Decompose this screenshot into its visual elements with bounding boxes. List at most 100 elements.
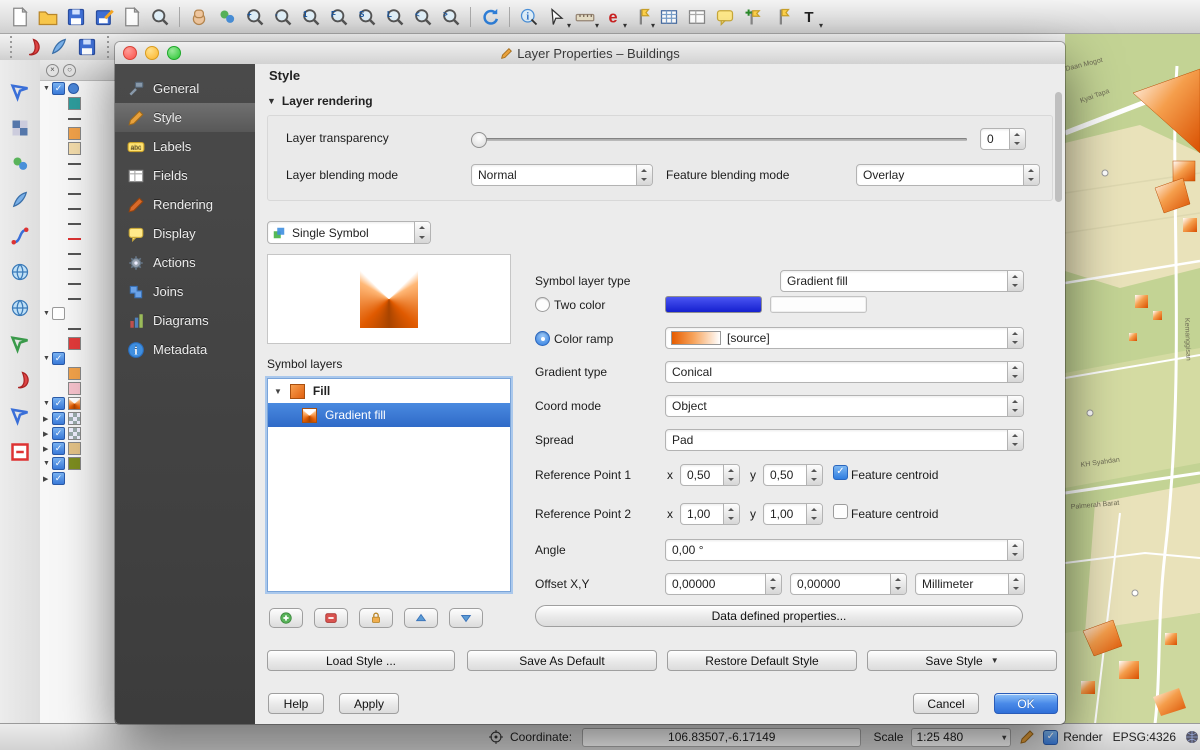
spin-buttons[interactable] — [723, 465, 739, 485]
current-edits-icon[interactable] — [19, 35, 43, 59]
zoom-full-icon[interactable]: F — [327, 5, 351, 29]
zoom-out-icon[interactable]: - — [271, 5, 295, 29]
expander-icon[interactable]: ▶ — [43, 430, 52, 438]
remove-layer-icon[interactable] — [8, 440, 32, 464]
layer-item[interactable] — [40, 156, 115, 171]
spin-buttons[interactable] — [806, 465, 822, 485]
layer-visibility-checkbox[interactable]: ✓ — [52, 442, 65, 455]
composer-manager-icon[interactable] — [148, 5, 172, 29]
layer-item[interactable] — [40, 126, 115, 141]
layer-item[interactable]: ▼ — [40, 306, 115, 321]
measure-icon[interactable]: ▾ — [573, 5, 597, 29]
layer-item[interactable]: ▼✓ — [40, 456, 115, 471]
expander-icon[interactable]: ▼ — [43, 310, 52, 317]
remove-symbol-layer-button[interactable] — [314, 608, 348, 628]
color-two-button[interactable] — [770, 296, 867, 313]
layer-item[interactable]: ▶✓ — [40, 426, 115, 441]
tree-item-fill[interactable]: ▼ Fill — [268, 379, 510, 403]
layer-item[interactable] — [40, 231, 115, 246]
tab-display[interactable]: Display — [115, 219, 255, 248]
ref2-feature-centroid-checkbox[interactable] — [833, 504, 848, 519]
color-ramp-combo[interactable]: [source] — [665, 327, 1024, 349]
projection-icon[interactable] — [1184, 729, 1200, 745]
new-project-icon[interactable] — [8, 5, 32, 29]
layer-item[interactable] — [40, 111, 115, 126]
layer-item[interactable] — [40, 246, 115, 261]
layer-item[interactable] — [40, 291, 115, 306]
expander-icon[interactable]: ▼ — [274, 387, 282, 396]
offset-x-spinbox[interactable]: 0,00000 — [665, 573, 782, 595]
toolbar-handle[interactable] — [7, 36, 14, 58]
add-wms-layer-icon[interactable] — [8, 260, 32, 284]
layer-item[interactable]: ▶✓ — [40, 441, 115, 456]
add-wcs-layer-icon[interactable] — [8, 296, 32, 320]
layer-visibility-checkbox[interactable]: ✓ — [52, 352, 65, 365]
expander-icon[interactable]: ▼ — [43, 355, 52, 362]
two-color-radio[interactable] — [535, 297, 550, 312]
text-annotation-icon[interactable]: ▾ — [629, 5, 653, 29]
expander-icon[interactable]: ▶ — [43, 415, 52, 423]
color-ramp-radio[interactable] — [535, 331, 550, 346]
layer-item[interactable] — [40, 141, 115, 156]
render-checkbox[interactable] — [1043, 730, 1058, 745]
zoom-in-icon[interactable]: + — [243, 5, 267, 29]
layer-blending-combo[interactable]: Normal — [471, 164, 653, 186]
attribute-table-icon[interactable] — [657, 5, 681, 29]
data-defined-properties-button[interactable]: Data defined properties... — [535, 605, 1023, 627]
expander-icon[interactable]: ▶ — [43, 445, 52, 453]
ok-button[interactable]: OK — [994, 693, 1058, 714]
save-layer-edits-icon[interactable] — [75, 35, 99, 59]
dialog-scrollbar[interactable] — [1055, 66, 1062, 722]
layer-visibility-checkbox[interactable]: ✓ — [52, 457, 65, 470]
zoom-last-icon[interactable]: < — [411, 5, 435, 29]
layer-item[interactable]: ▼✓ — [40, 396, 115, 411]
layer-item[interactable] — [40, 96, 115, 111]
add-spatialite-layer-icon[interactable] — [8, 224, 32, 248]
layer-rendering-toggle[interactable]: ▼ Layer rendering — [267, 94, 373, 108]
slider-handle[interactable] — [471, 132, 487, 148]
field-calculator-icon[interactable] — [685, 5, 709, 29]
layer-visibility-checkbox[interactable]: ✓ — [52, 397, 65, 410]
ref1-y-spinbox[interactable]: 0,50 — [763, 464, 823, 486]
new-print-composer-icon[interactable] — [120, 5, 144, 29]
feature-blending-combo[interactable]: Overlay — [856, 164, 1040, 186]
layer-item[interactable] — [40, 381, 115, 396]
select-features-icon[interactable]: ▾ — [545, 5, 569, 29]
expander-icon[interactable]: ▼ — [43, 85, 52, 92]
transparency-slider[interactable] — [471, 132, 967, 146]
gradient-type-combo[interactable]: Conical — [665, 361, 1024, 383]
add-oracle-layer-icon[interactable] — [8, 368, 32, 392]
tab-general[interactable]: General — [115, 74, 255, 103]
layer-item[interactable] — [40, 276, 115, 291]
renderer-combo[interactable]: Single Symbol — [267, 221, 431, 244]
save-project-as-icon[interactable] — [92, 5, 116, 29]
ref1-x-spinbox[interactable]: 0,50 — [680, 464, 740, 486]
lock-color-button[interactable] — [359, 608, 393, 628]
tab-fields[interactable]: Fields — [115, 161, 255, 190]
annotation-icon[interactable]: e▾ — [601, 5, 625, 29]
help-button[interactable]: Help — [268, 693, 324, 714]
layer-item[interactable] — [40, 171, 115, 186]
cancel-button[interactable]: Cancel — [913, 693, 979, 714]
scale-combo[interactable]: 1:25 480▾ — [911, 728, 1011, 747]
angle-spinbox[interactable]: 0,00 ° — [665, 539, 1024, 561]
apply-button[interactable]: Apply — [339, 693, 399, 714]
expander-icon[interactable]: ▼ — [43, 460, 52, 467]
symbol-layer-type-combo[interactable]: Gradient fill — [780, 270, 1024, 292]
ref1-feature-centroid-checkbox[interactable] — [833, 465, 848, 480]
add-symbol-layer-button[interactable] — [269, 608, 303, 628]
layer-item[interactable] — [40, 186, 115, 201]
label-tool-icon[interactable]: T▾ — [797, 5, 821, 29]
ref2-y-spinbox[interactable]: 1,00 — [763, 503, 823, 525]
spin-buttons[interactable] — [1007, 540, 1023, 560]
ref2-x-spinbox[interactable]: 1,00 — [680, 503, 740, 525]
layer-visibility-checkbox[interactable]: ✓ — [52, 427, 65, 440]
layer-item[interactable] — [40, 261, 115, 276]
new-bookmark-icon[interactable] — [741, 5, 765, 29]
tree-item-gradient-fill[interactable]: Gradient fill — [268, 403, 510, 427]
scrollbar-thumb[interactable] — [1055, 92, 1062, 202]
open-project-icon[interactable] — [36, 5, 60, 29]
move-layer-up-button[interactable] — [404, 608, 438, 628]
layer-item[interactable] — [40, 366, 115, 381]
toggle-editing-icon[interactable] — [47, 35, 71, 59]
